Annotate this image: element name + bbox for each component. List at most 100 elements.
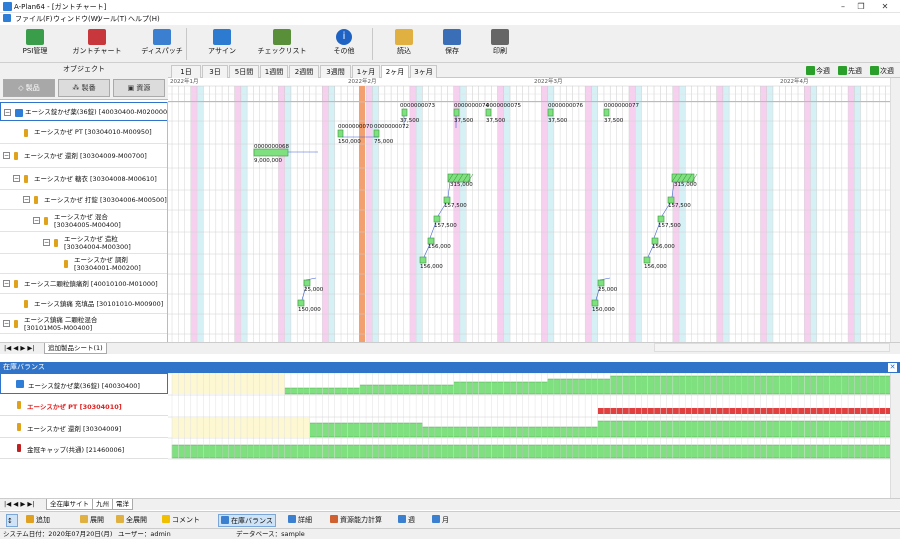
- collapse-toggle-icon[interactable]: −: [4, 108, 11, 116]
- tree-node[interactable]: エーシスかぜ PT [30304010-M00950]: [0, 121, 167, 144]
- tree-node[interactable]: − エーシスかぜ 造粒 [30304004-M00300]: [0, 232, 167, 254]
- gantt-task-bar[interactable]: [657, 215, 665, 223]
- toolbar-button-4[interactable]: チェックリスト: [250, 26, 314, 62]
- stock-item-row[interactable]: エーシスかぜ PT [30304010]: [0, 395, 168, 416]
- nav-next-week-button[interactable]: 次週: [870, 66, 894, 77]
- scale-tab-6[interactable]: 1ヶ月: [352, 65, 380, 78]
- tree-node-code: [30304004-M00300]: [64, 242, 131, 251]
- collapse-toggle-icon[interactable]: −: [3, 280, 10, 287]
- nav-this-week-button[interactable]: 今週: [806, 66, 830, 77]
- collapse-toggle-icon[interactable]: −: [33, 217, 40, 224]
- gantt-task-bar[interactable]: [591, 299, 599, 307]
- collapse-toggle-icon[interactable]: −: [43, 239, 50, 246]
- tree-node[interactable]: エーシスかぜ 調剤 [30304001-M00200]: [0, 254, 167, 274]
- select-tool-button[interactable]: ↕: [6, 514, 18, 527]
- gantt-task-bar[interactable]: [597, 279, 605, 287]
- collapse-toggle-icon[interactable]: −: [23, 196, 30, 203]
- stock-level-bar: [816, 420, 824, 438]
- scale-tab-2[interactable]: 5日間: [229, 65, 259, 78]
- site-tab-kyushu[interactable]: 九州: [92, 499, 113, 510]
- bottom-tool-comment[interactable]: コメント: [162, 514, 200, 527]
- scale-tab-8[interactable]: 3ヶ月: [410, 65, 437, 78]
- gantt-task-bar[interactable]: [643, 256, 651, 264]
- nav-prev-week-button[interactable]: 先週: [838, 66, 862, 77]
- tab-resource[interactable]: ▣ 資源: [113, 79, 165, 97]
- stock-level-bar: [278, 444, 285, 459]
- scale-tab-5[interactable]: 3週間: [320, 65, 351, 78]
- bottom-tool-capacity-calc[interactable]: 資源能力計算: [330, 514, 382, 527]
- maximize-button[interactable]: ❐: [854, 1, 868, 12]
- tree-node[interactable]: − エーシスかぜ 還剤 [30304009-M00700]: [0, 144, 167, 168]
- bottom-tool-expand[interactable]: 展開: [80, 514, 104, 527]
- gantt-task-bar[interactable]: [297, 299, 305, 307]
- stock-shortage-bar: [628, 408, 636, 414]
- site-tab-denyo[interactable]: 電洋: [112, 499, 133, 510]
- gantt-vertical-scrollbar[interactable]: [890, 78, 900, 342]
- gantt-task-bar[interactable]: [337, 129, 344, 138]
- sheet-nav-arrows[interactable]: |◀ ◀ ▶ ▶|: [4, 343, 35, 354]
- sheet-tab-additional[interactable]: 追加製品シート(1): [44, 343, 107, 354]
- scale-tab-0[interactable]: 1日: [171, 65, 201, 78]
- bottom-tool-stock-balance[interactable]: 在庫バランス: [218, 514, 276, 527]
- stock-vertical-scrollbar[interactable]: [890, 373, 900, 498]
- gantt-task-bar[interactable]: [603, 108, 610, 117]
- stock-item-row[interactable]: エーシス錠かぜ薬(36錠) [40030400]: [0, 373, 168, 394]
- bottle-icon: [17, 401, 21, 409]
- toolbar-button-1[interactable]: ガントチャート: [66, 26, 128, 62]
- toolbar-button-7[interactable]: 保存: [432, 26, 472, 62]
- menu-window[interactable]: ウィンドウ(W): [53, 14, 100, 24]
- bottom-tool-expand-all[interactable]: 全展開: [116, 514, 147, 527]
- site-nav-arrows[interactable]: |◀ ◀ ▶ ▶|: [4, 499, 35, 510]
- gantt-task-bar[interactable]: [453, 108, 460, 117]
- toolbar-button-3[interactable]: アサイン: [200, 26, 244, 62]
- tree-node[interactable]: − エーシスかぜ 糖衣 [30304008-M00610]: [0, 168, 167, 190]
- toolbar-button-5[interactable]: i その他: [322, 26, 366, 62]
- toolbar-button-6[interactable]: 読込: [384, 26, 424, 62]
- scale-tab-7[interactable]: 2ヶ月: [381, 65, 409, 78]
- tree-node[interactable]: − エーシス錠かぜ薬(36錠) [40030400-M020000]: [0, 102, 167, 121]
- gantt-quantity-label: 0000000070: [338, 124, 373, 130]
- gantt-horizontal-scrollbar[interactable]: [654, 343, 890, 352]
- scale-tab-4[interactable]: 2週間: [289, 65, 319, 78]
- gantt-task-bar[interactable]: [433, 215, 441, 223]
- stock-item-row[interactable]: エーシスかぜ 還剤 [30304009]: [0, 417, 168, 438]
- menu-tools[interactable]: ツール(T): [96, 14, 127, 24]
- tree-node[interactable]: − エーシス二顆粒鎮痛剤 [40010100-M01000]: [0, 274, 167, 294]
- tab-lot[interactable]: ⁂ 製番: [58, 79, 110, 97]
- collapse-toggle-icon[interactable]: −: [3, 152, 10, 159]
- collapse-toggle-icon[interactable]: −: [13, 175, 20, 182]
- gantt-task-bar[interactable]: [485, 108, 492, 117]
- menu-file[interactable]: ファイル(F): [15, 14, 53, 24]
- gantt-task-bar[interactable]: [373, 129, 380, 138]
- scale-tab-3[interactable]: 1週間: [260, 65, 288, 78]
- tab-product[interactable]: ◇ 製品: [3, 79, 55, 97]
- stock-level-bar: [365, 384, 373, 395]
- gantt-quantity-label: 0000000074: [454, 103, 489, 109]
- gantt-task-bar[interactable]: [303, 279, 311, 287]
- collapse-toggle-icon[interactable]: −: [3, 320, 10, 327]
- close-button[interactable]: ✕: [878, 1, 892, 12]
- bottom-tool-month[interactable]: 月: [432, 514, 449, 527]
- toolbar-button-0[interactable]: PSI管理: [8, 26, 62, 62]
- menu-help[interactable]: ヘルプ(H): [128, 14, 160, 24]
- stock-balance-icon: [221, 516, 229, 524]
- gantt-task-bar[interactable]: [401, 108, 408, 117]
- tree-node[interactable]: − エーシスかぜ 打錠 [30304006-M00500]: [0, 190, 167, 210]
- bottom-tool-week[interactable]: 週: [398, 514, 415, 527]
- gantt-task-bar[interactable]: [547, 108, 554, 117]
- tree-node[interactable]: − エーシス鎮痛 二顆粒混合 [30101M05-M00400]: [0, 314, 167, 334]
- bottom-tool-detail[interactable]: 詳細: [288, 514, 312, 527]
- stock-level-bar: [497, 444, 504, 459]
- minimize-button[interactable]: –: [836, 1, 850, 12]
- stock-balance-close-icon[interactable]: ✕: [888, 363, 897, 372]
- gantt-task-bar[interactable]: [253, 148, 289, 157]
- gantt-task-bar[interactable]: [419, 256, 427, 264]
- site-tab-all[interactable]: 全在庫サイト: [46, 499, 93, 510]
- bottom-tool-add[interactable]: 追加: [26, 514, 50, 527]
- toolbar-button-8[interactable]: 印刷: [480, 26, 520, 62]
- stock-item-row[interactable]: 金冠キャップ(共通) [21460006]: [0, 438, 168, 459]
- tree-node[interactable]: エーシス鎮痛 充填品 [30101010-M00900]: [0, 294, 167, 314]
- scale-tab-1[interactable]: 3日: [202, 65, 228, 78]
- tree-node[interactable]: − エーシスかぜ 混合 [30304005-M00400]: [0, 210, 167, 232]
- toolbar-button-2[interactable]: ディスパッチ: [130, 26, 194, 62]
